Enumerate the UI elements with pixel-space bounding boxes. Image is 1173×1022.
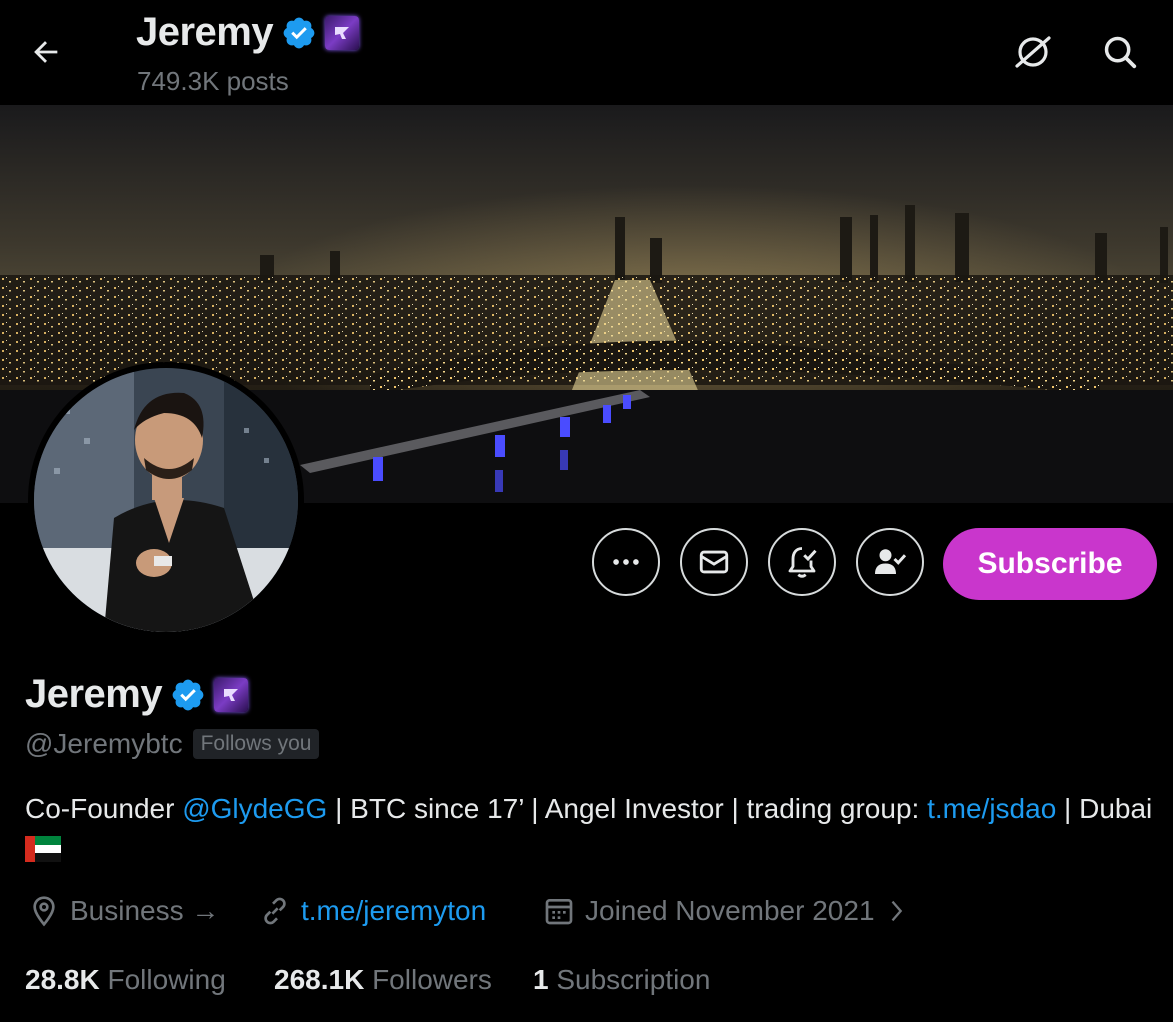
bio-mention-link[interactable]: @GlydeGG xyxy=(182,793,327,824)
subscription-label: Subscription xyxy=(548,964,711,995)
joined-item[interactable]: Joined November 2021 xyxy=(543,895,907,927)
profile-name-row: Jeremy xyxy=(25,672,249,717)
header-name: Jeremy xyxy=(136,10,274,54)
category-item[interactable]: Business → xyxy=(28,895,219,927)
post-count: 749.3K posts xyxy=(137,66,289,96)
avatar-image xyxy=(34,368,298,632)
bio-text: | Dubai xyxy=(1056,793,1153,824)
calendar-icon xyxy=(545,899,573,925)
affiliate-badge-icon xyxy=(325,15,360,50)
affiliate-badge-icon[interactable] xyxy=(214,677,249,712)
header-title: Jeremy xyxy=(136,10,360,55)
search-icon xyxy=(1104,36,1137,69)
following-stat[interactable]: 28.8K Following xyxy=(25,964,226,996)
grok-button[interactable] xyxy=(1011,30,1055,74)
more-icon xyxy=(613,559,639,565)
following-label: Following xyxy=(99,964,226,995)
subscribe-button[interactable]: Subscribe xyxy=(943,528,1157,600)
message-button[interactable] xyxy=(680,528,748,596)
handle-row: @Jeremybtc Follows you xyxy=(25,728,320,760)
link-icon xyxy=(264,897,286,925)
back-button[interactable] xyxy=(24,30,68,74)
following-button[interactable] xyxy=(856,528,924,596)
chevron-right-icon xyxy=(891,900,902,922)
bio-telegram-link[interactable]: t.me/jsdao xyxy=(927,793,1056,824)
search-button[interactable] xyxy=(1098,30,1142,74)
bio-text: Co-Founder xyxy=(25,793,183,824)
profile-name: Jeremy xyxy=(25,672,163,716)
followers-label: Followers xyxy=(364,964,492,995)
verified-badge-icon[interactable] xyxy=(170,677,206,713)
followers-count: 268.1K xyxy=(274,964,365,995)
followers-stat[interactable]: 268.1K Followers xyxy=(274,964,492,996)
subscription-count: 1 xyxy=(533,964,549,995)
more-button[interactable] xyxy=(592,528,660,596)
grok-icon xyxy=(1015,36,1051,68)
bio-text: | BTC since 17’ | Angel Investor | tradi… xyxy=(327,793,928,824)
subscription-stat[interactable]: 1 Subscription xyxy=(533,964,710,996)
back-arrow-icon xyxy=(34,41,58,63)
profile-handle: @Jeremybtc xyxy=(25,728,183,759)
uae-flag-icon xyxy=(25,829,61,870)
website-item[interactable]: t.me/jeremyton xyxy=(259,895,486,927)
website-link[interactable]: t.me/jeremyton xyxy=(301,895,486,927)
message-icon xyxy=(699,550,729,574)
joined-date: Joined November 2021 xyxy=(585,895,875,926)
location-pin-icon xyxy=(33,896,55,927)
notifications-icon xyxy=(788,547,817,578)
category-label: Business → xyxy=(70,895,220,926)
verified-badge-icon xyxy=(283,17,315,48)
profile-bio: Co-Founder @GlydeGG | BTC since 17’ | An… xyxy=(25,788,1155,870)
follows-you-badge: Follows you xyxy=(192,729,320,759)
following-count: 28.8K xyxy=(25,964,100,995)
following-icon xyxy=(875,549,907,574)
avatar[interactable] xyxy=(28,362,304,638)
notifications-button[interactable] xyxy=(768,528,836,596)
